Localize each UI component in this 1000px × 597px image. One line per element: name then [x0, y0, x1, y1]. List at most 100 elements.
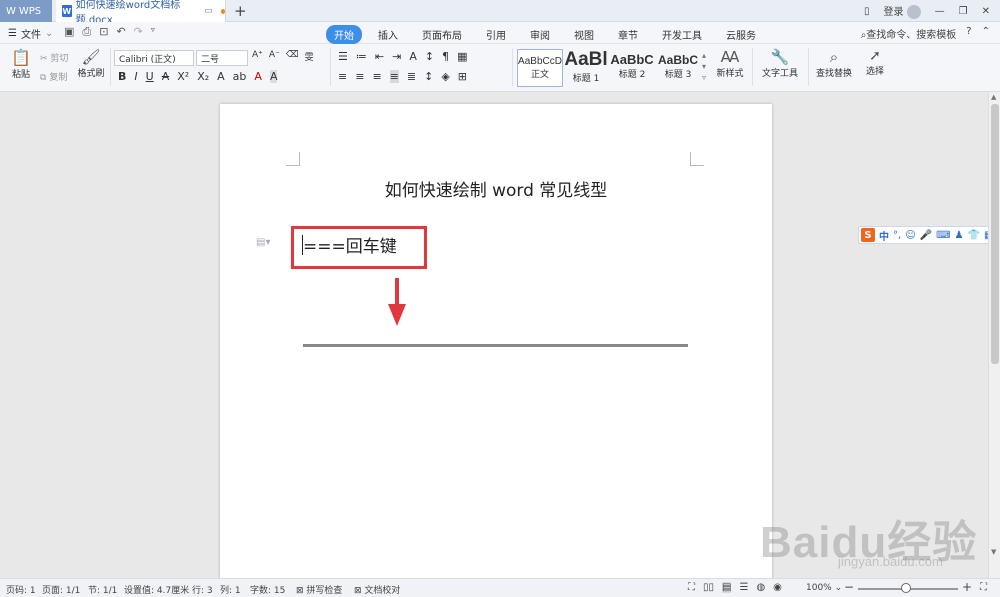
- strikethrough-icon[interactable]: A: [162, 70, 170, 83]
- monitor-icon[interactable]: ▭: [204, 6, 213, 16]
- numbering-icon[interactable]: ≔: [356, 50, 367, 63]
- collapse-ribbon-icon[interactable]: ⌃: [982, 26, 990, 41]
- wps-home-tab[interactable]: W WPS: [0, 0, 52, 22]
- style-normal[interactable]: AaBbCcD 正文: [517, 49, 563, 87]
- emoji-icon[interactable]: ☺: [905, 230, 915, 241]
- distributed-icon[interactable]: ≣: [407, 70, 416, 83]
- user-icon[interactable]: ♟: [955, 230, 964, 241]
- style-heading-2[interactable]: AaBbC 标题 2: [609, 49, 655, 87]
- align-left-icon[interactable]: ≡: [338, 70, 347, 83]
- doc-proof-button[interactable]: ⊠ 文档校对: [354, 583, 400, 596]
- cut-button[interactable]: ✂ 剪切: [40, 51, 68, 64]
- borders-icon[interactable]: ⊞: [458, 70, 467, 83]
- char-shading-icon[interactable]: A: [269, 70, 278, 83]
- outline-view-icon[interactable]: ☰: [739, 582, 748, 593]
- document-tab[interactable]: W 如何快速绘word文档标题.docx ▭: [56, 0, 226, 26]
- show-marks-icon[interactable]: ¶: [442, 50, 449, 63]
- login-button[interactable]: 登录: [883, 3, 921, 19]
- skin-icon[interactable]: 👕: [967, 230, 979, 241]
- help-button[interactable]: ?: [966, 26, 971, 41]
- tab-insert[interactable]: 插入: [370, 25, 406, 44]
- clear-format-icon[interactable]: ⌫: [286, 50, 299, 63]
- subscript-icon[interactable]: X₂: [197, 70, 209, 83]
- customize-icon[interactable]: ▿: [151, 25, 155, 39]
- shrink-font-icon[interactable]: A⁻: [269, 50, 280, 63]
- eye-protection-icon[interactable]: ◉: [773, 582, 782, 593]
- select-button[interactable]: ➚ 选择: [860, 48, 890, 77]
- paste-button[interactable]: 📋 粘贴: [8, 48, 34, 80]
- minimize-icon[interactable]: —: [935, 6, 945, 17]
- command-search[interactable]: ⌕查找命令、搜索模板: [861, 26, 957, 41]
- sort-icon[interactable]: ↕: [425, 50, 434, 63]
- print-preview-icon[interactable]: ⊡: [99, 25, 108, 39]
- zoom-out-button[interactable]: −: [844, 580, 854, 594]
- decrease-indent-icon[interactable]: ⇤: [375, 50, 384, 63]
- new-tab-button[interactable]: +: [234, 2, 247, 20]
- phonetic-icon[interactable]: 雯: [305, 50, 314, 63]
- fullscreen-icon[interactable]: ⛶: [688, 582, 695, 593]
- italic-icon[interactable]: I: [134, 70, 137, 83]
- styles-scroll[interactable]: ▴ ▾ ▿: [702, 50, 706, 83]
- spell-check-button[interactable]: ⊠ 拼写检查: [296, 583, 342, 596]
- tab-developer[interactable]: 开发工具: [654, 25, 710, 44]
- superscript-icon[interactable]: X²: [177, 70, 189, 83]
- tablet-mode-icon[interactable]: ▯: [864, 6, 870, 17]
- text-tools-button[interactable]: 🔧 文字工具: [758, 48, 802, 79]
- chinese-layout-icon[interactable]: A: [409, 50, 417, 63]
- tab-view[interactable]: 视图: [566, 25, 602, 44]
- undo-icon[interactable]: ↶: [116, 25, 125, 39]
- new-style-button[interactable]: Ꜳ 新样式: [713, 48, 747, 79]
- scrollbar-thumb[interactable]: [991, 104, 999, 364]
- text-effect-icon[interactable]: A: [217, 70, 225, 83]
- keyboard-icon[interactable]: ⌨: [936, 230, 950, 241]
- format-painter-button[interactable]: 🖌 格式刷: [76, 48, 106, 79]
- bullets-icon[interactable]: ☰: [338, 50, 348, 63]
- font-color-icon[interactable]: A: [254, 70, 262, 83]
- ime-mode-toggle[interactable]: 中: [879, 228, 889, 243]
- font-size-select[interactable]: 二号: [196, 50, 248, 66]
- close-icon[interactable]: ✕: [982, 6, 990, 17]
- grow-font-icon[interactable]: A⁺: [252, 50, 263, 63]
- reading-view-icon[interactable]: ▯▯: [703, 582, 714, 593]
- tab-cloud[interactable]: 云服务: [718, 25, 764, 44]
- align-right-icon[interactable]: ≡: [372, 70, 381, 83]
- file-menu-button[interactable]: ☰ 文件 ⌄: [8, 26, 53, 41]
- increase-indent-icon[interactable]: ⇥: [392, 50, 401, 63]
- zoom-in-button[interactable]: +: [962, 580, 972, 594]
- scroll-up-icon[interactable]: ▲: [991, 93, 996, 101]
- zoom-slider-handle[interactable]: [901, 583, 911, 593]
- line-spacing-icon[interactable]: ↕: [424, 70, 433, 83]
- fit-page-icon[interactable]: ⛶: [980, 582, 987, 593]
- bold-icon[interactable]: B: [118, 70, 126, 83]
- border-icon[interactable]: ▦: [457, 50, 467, 63]
- sogou-logo-icon[interactable]: S: [861, 228, 875, 242]
- print-icon[interactable]: ⎙: [82, 25, 91, 39]
- tab-review[interactable]: 审阅: [522, 25, 558, 44]
- align-center-icon[interactable]: ≡: [355, 70, 364, 83]
- zoom-level-select[interactable]: 100% ⌄: [806, 583, 842, 593]
- redo-icon[interactable]: ↷: [134, 25, 143, 39]
- status-page-number[interactable]: 页码: 1: [6, 583, 36, 596]
- copy-button[interactable]: ⧉ 复制: [40, 70, 67, 83]
- style-heading-1[interactable]: AaBl 标题 1: [563, 49, 609, 87]
- status-word-count[interactable]: 字数: 15: [250, 583, 285, 596]
- shading-icon[interactable]: ◈: [441, 70, 449, 83]
- document-page[interactable]: 如何快速绘制 word 常见线型 ▤▾ ===回车键: [220, 104, 772, 584]
- tab-section[interactable]: 章节: [610, 25, 646, 44]
- justify-icon[interactable]: ≡: [389, 70, 399, 83]
- underline-icon[interactable]: U: [146, 70, 154, 83]
- voice-icon[interactable]: 🎤: [920, 230, 932, 241]
- tab-references[interactable]: 引用: [478, 25, 514, 44]
- style-heading-3[interactable]: AaBbC 标题 3: [655, 49, 701, 87]
- save-icon[interactable]: ▣: [64, 25, 74, 39]
- highlight-icon[interactable]: ab: [233, 70, 247, 83]
- find-replace-button[interactable]: ⌕ 查找替换: [812, 48, 856, 79]
- paragraph-handle-icon[interactable]: ▤▾: [256, 237, 270, 248]
- web-view-icon[interactable]: ◍: [756, 582, 765, 593]
- restore-icon[interactable]: ❐: [959, 6, 968, 17]
- tab-home[interactable]: 开始: [326, 25, 362, 44]
- page-view-icon[interactable]: ▤: [722, 582, 732, 593]
- font-name-select[interactable]: Calibri (正文): [114, 50, 194, 66]
- punctuation-icon[interactable]: °,: [893, 230, 901, 241]
- tab-page-layout[interactable]: 页面布局: [414, 25, 470, 44]
